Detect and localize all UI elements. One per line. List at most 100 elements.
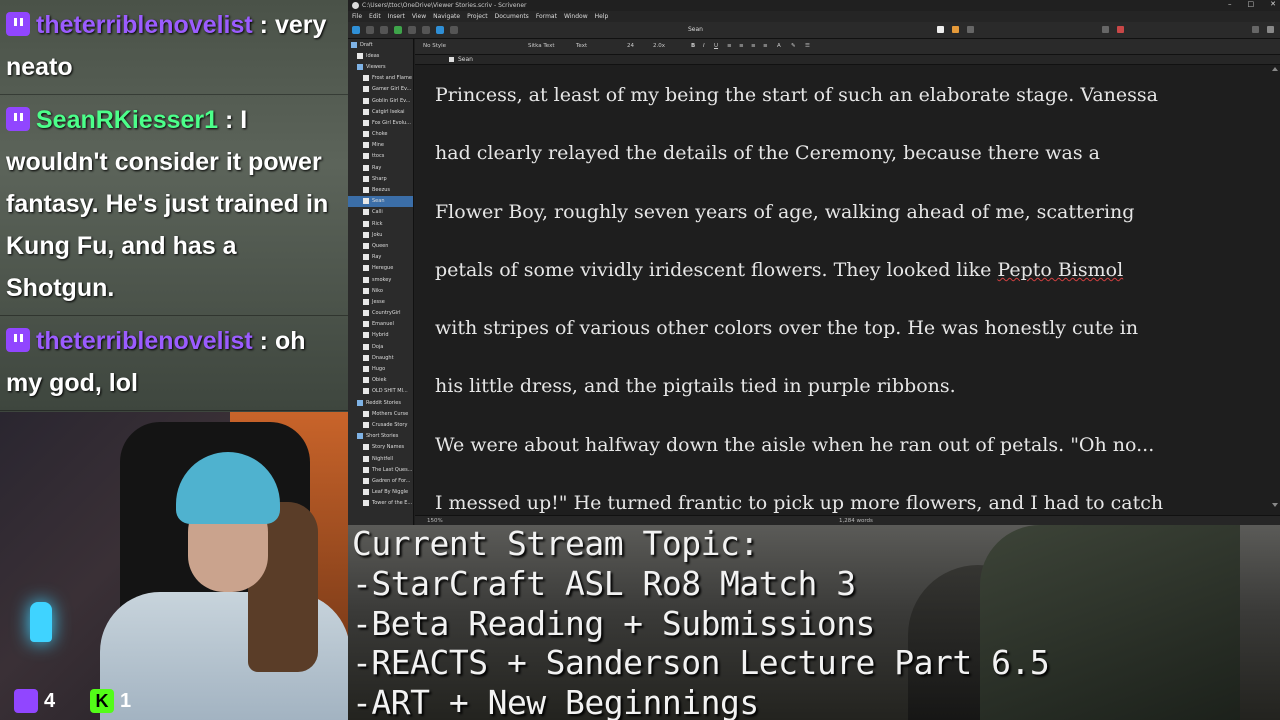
scroll-down-arrow-icon[interactable] bbox=[1272, 503, 1278, 507]
binder-item[interactable]: Doja bbox=[348, 341, 413, 352]
corkboard-view-icon[interactable] bbox=[952, 26, 959, 33]
bold-button[interactable]: B bbox=[691, 43, 695, 49]
binder-item[interactable]: Reddit Stories bbox=[348, 397, 413, 408]
highlight-icon[interactable]: ✎ bbox=[791, 43, 796, 49]
typeface-select[interactable]: Text bbox=[576, 43, 587, 49]
binder-item[interactable]: Mothers Curse bbox=[348, 408, 413, 419]
search-icon[interactable] bbox=[1267, 26, 1274, 33]
editor-scrollbar[interactable] bbox=[1272, 67, 1278, 507]
binder-item[interactable]: CountryGirl bbox=[348, 308, 413, 319]
text-segment[interactable]: petals of some vividly iridescent flower… bbox=[435, 259, 997, 281]
bookmark-icon[interactable] bbox=[1117, 26, 1124, 33]
binder-item[interactable]: Gadren of For... bbox=[348, 475, 413, 486]
add-folder-icon[interactable] bbox=[408, 26, 416, 34]
binder-item[interactable]: Ideas bbox=[348, 50, 413, 61]
menu-project[interactable]: Project bbox=[467, 13, 488, 20]
binder-item[interactable]: Hybrid bbox=[348, 330, 413, 341]
menu-window[interactable]: Window bbox=[564, 13, 588, 20]
inspector-icon[interactable] bbox=[1252, 26, 1259, 33]
zoom-level[interactable]: 150% bbox=[427, 518, 443, 524]
binder-item[interactable]: Queen bbox=[348, 240, 413, 251]
binder-item[interactable]: Goblin Girl Ev... bbox=[348, 95, 413, 106]
line-spacing-select[interactable]: 2.0x bbox=[653, 43, 665, 49]
edit-icon[interactable] bbox=[450, 26, 458, 34]
add-document-icon[interactable] bbox=[394, 26, 402, 34]
menu-file[interactable]: File bbox=[352, 13, 362, 20]
binder-item[interactable]: Crusade Story bbox=[348, 419, 413, 430]
close-button[interactable]: ✕ bbox=[1270, 0, 1276, 8]
binder-item[interactable]: Ray bbox=[348, 162, 413, 173]
binder-item[interactable]: Emanuel bbox=[348, 319, 413, 330]
binder-item[interactable]: Dnaught bbox=[348, 352, 413, 363]
binder-item[interactable]: Sharp bbox=[348, 173, 413, 184]
justify-icon[interactable]: ≡ bbox=[763, 43, 768, 49]
binder-item[interactable]: Rick bbox=[348, 218, 413, 229]
text-line[interactable]: Princess, at least of my being the start… bbox=[435, 66, 1265, 124]
binder-item[interactable]: Frost and Flame bbox=[348, 73, 413, 84]
binder-item[interactable]: Joku bbox=[348, 229, 413, 240]
font-select[interactable]: Sitka Text bbox=[528, 43, 555, 49]
menu-help[interactable]: Help bbox=[595, 13, 609, 20]
align-center-icon[interactable]: ≡ bbox=[739, 43, 744, 49]
binder-item[interactable]: ttocs bbox=[348, 151, 413, 162]
binder-item[interactable]: Mine bbox=[348, 140, 413, 151]
binder-item[interactable]: Hugo bbox=[348, 363, 413, 374]
binder-item[interactable]: Viewers bbox=[348, 61, 413, 72]
binder-item[interactable]: Tower of the E... bbox=[348, 498, 413, 509]
maximize-button[interactable]: □ bbox=[1248, 0, 1255, 8]
text-line[interactable]: Flower Boy, roughly seven years of age, … bbox=[435, 183, 1265, 241]
misspelled-word[interactable]: Pepto Bismol bbox=[997, 259, 1123, 281]
binder-toggle-icon[interactable] bbox=[352, 26, 360, 34]
binder-item[interactable]: Obiek bbox=[348, 375, 413, 386]
scroll-up-arrow-icon[interactable] bbox=[1272, 67, 1278, 71]
list-icon[interactable]: ☰ bbox=[805, 43, 810, 49]
binder-item[interactable]: Catgirl Isekai bbox=[348, 106, 413, 117]
binder-item[interactable]: Story Names bbox=[348, 442, 413, 453]
menu-navigate[interactable]: Navigate bbox=[433, 13, 460, 20]
binder-item[interactable]: Ray bbox=[348, 252, 413, 263]
binder-item[interactable]: The Last Ques... bbox=[348, 464, 413, 475]
underline-button[interactable]: U bbox=[714, 43, 718, 49]
align-left-icon[interactable]: ≡ bbox=[727, 43, 732, 49]
align-right-icon[interactable]: ≡ bbox=[751, 43, 756, 49]
binder-item[interactable]: Leaf By Niggle bbox=[348, 487, 413, 498]
binder-item[interactable]: Calli bbox=[348, 207, 413, 218]
italic-button[interactable]: I bbox=[703, 43, 705, 49]
document-icon bbox=[363, 466, 369, 473]
quickref-icon[interactable] bbox=[366, 26, 374, 34]
binder-item[interactable]: smokey bbox=[348, 274, 413, 285]
binder-item[interactable]: Choke bbox=[348, 129, 413, 140]
menu-documents[interactable]: Documents bbox=[495, 13, 529, 20]
menu-view[interactable]: View bbox=[412, 13, 426, 20]
binder-item[interactable]: Niko bbox=[348, 285, 413, 296]
manuscript-text[interactable]: Princess, at least of my being the start… bbox=[435, 66, 1265, 525]
text-line[interactable]: with stripes of various other colors ove… bbox=[435, 299, 1265, 357]
outline-view-icon[interactable] bbox=[967, 26, 974, 33]
binder-item[interactable]: Jesse bbox=[348, 296, 413, 307]
binder-item[interactable]: OLD SHIT MI... bbox=[348, 386, 413, 397]
binder-item[interactable]: Short Stories bbox=[348, 431, 413, 442]
link-icon[interactable] bbox=[436, 26, 444, 34]
text-line[interactable]: We were about halfway down the aisle whe… bbox=[435, 416, 1265, 474]
trash-icon[interactable] bbox=[422, 26, 430, 34]
text-line[interactable]: had clearly relayed the details of the C… bbox=[435, 124, 1265, 182]
menu-insert[interactable]: Insert bbox=[388, 13, 405, 20]
binder-item[interactable]: Gamer Girl Ev... bbox=[348, 84, 413, 95]
minimize-button[interactable]: – bbox=[1228, 0, 1232, 8]
history-icon[interactable] bbox=[380, 26, 388, 34]
text-line[interactable]: his little dress, and the pigtails tied … bbox=[435, 357, 1265, 415]
compile-icon[interactable] bbox=[1102, 26, 1109, 33]
menu-format[interactable]: Format bbox=[536, 13, 557, 20]
binder-item[interactable]: Nightfell bbox=[348, 453, 413, 464]
text-color-icon[interactable]: A bbox=[777, 43, 781, 49]
binder-item[interactable]: Heregue bbox=[348, 263, 413, 274]
binder-item[interactable]: Beezus bbox=[348, 184, 413, 195]
binder-item[interactable]: Sean bbox=[348, 195, 413, 207]
font-size-select[interactable]: 24 bbox=[627, 43, 634, 49]
text-line[interactable]: petals of some vividly iridescent flower… bbox=[435, 241, 1265, 299]
binder-item[interactable]: Fox Girl Evolu... bbox=[348, 117, 413, 128]
binder-item[interactable]: Draft bbox=[348, 39, 413, 50]
menu-edit[interactable]: Edit bbox=[369, 13, 381, 20]
document-view-icon[interactable] bbox=[937, 26, 944, 33]
style-select[interactable]: No Style bbox=[423, 43, 446, 49]
